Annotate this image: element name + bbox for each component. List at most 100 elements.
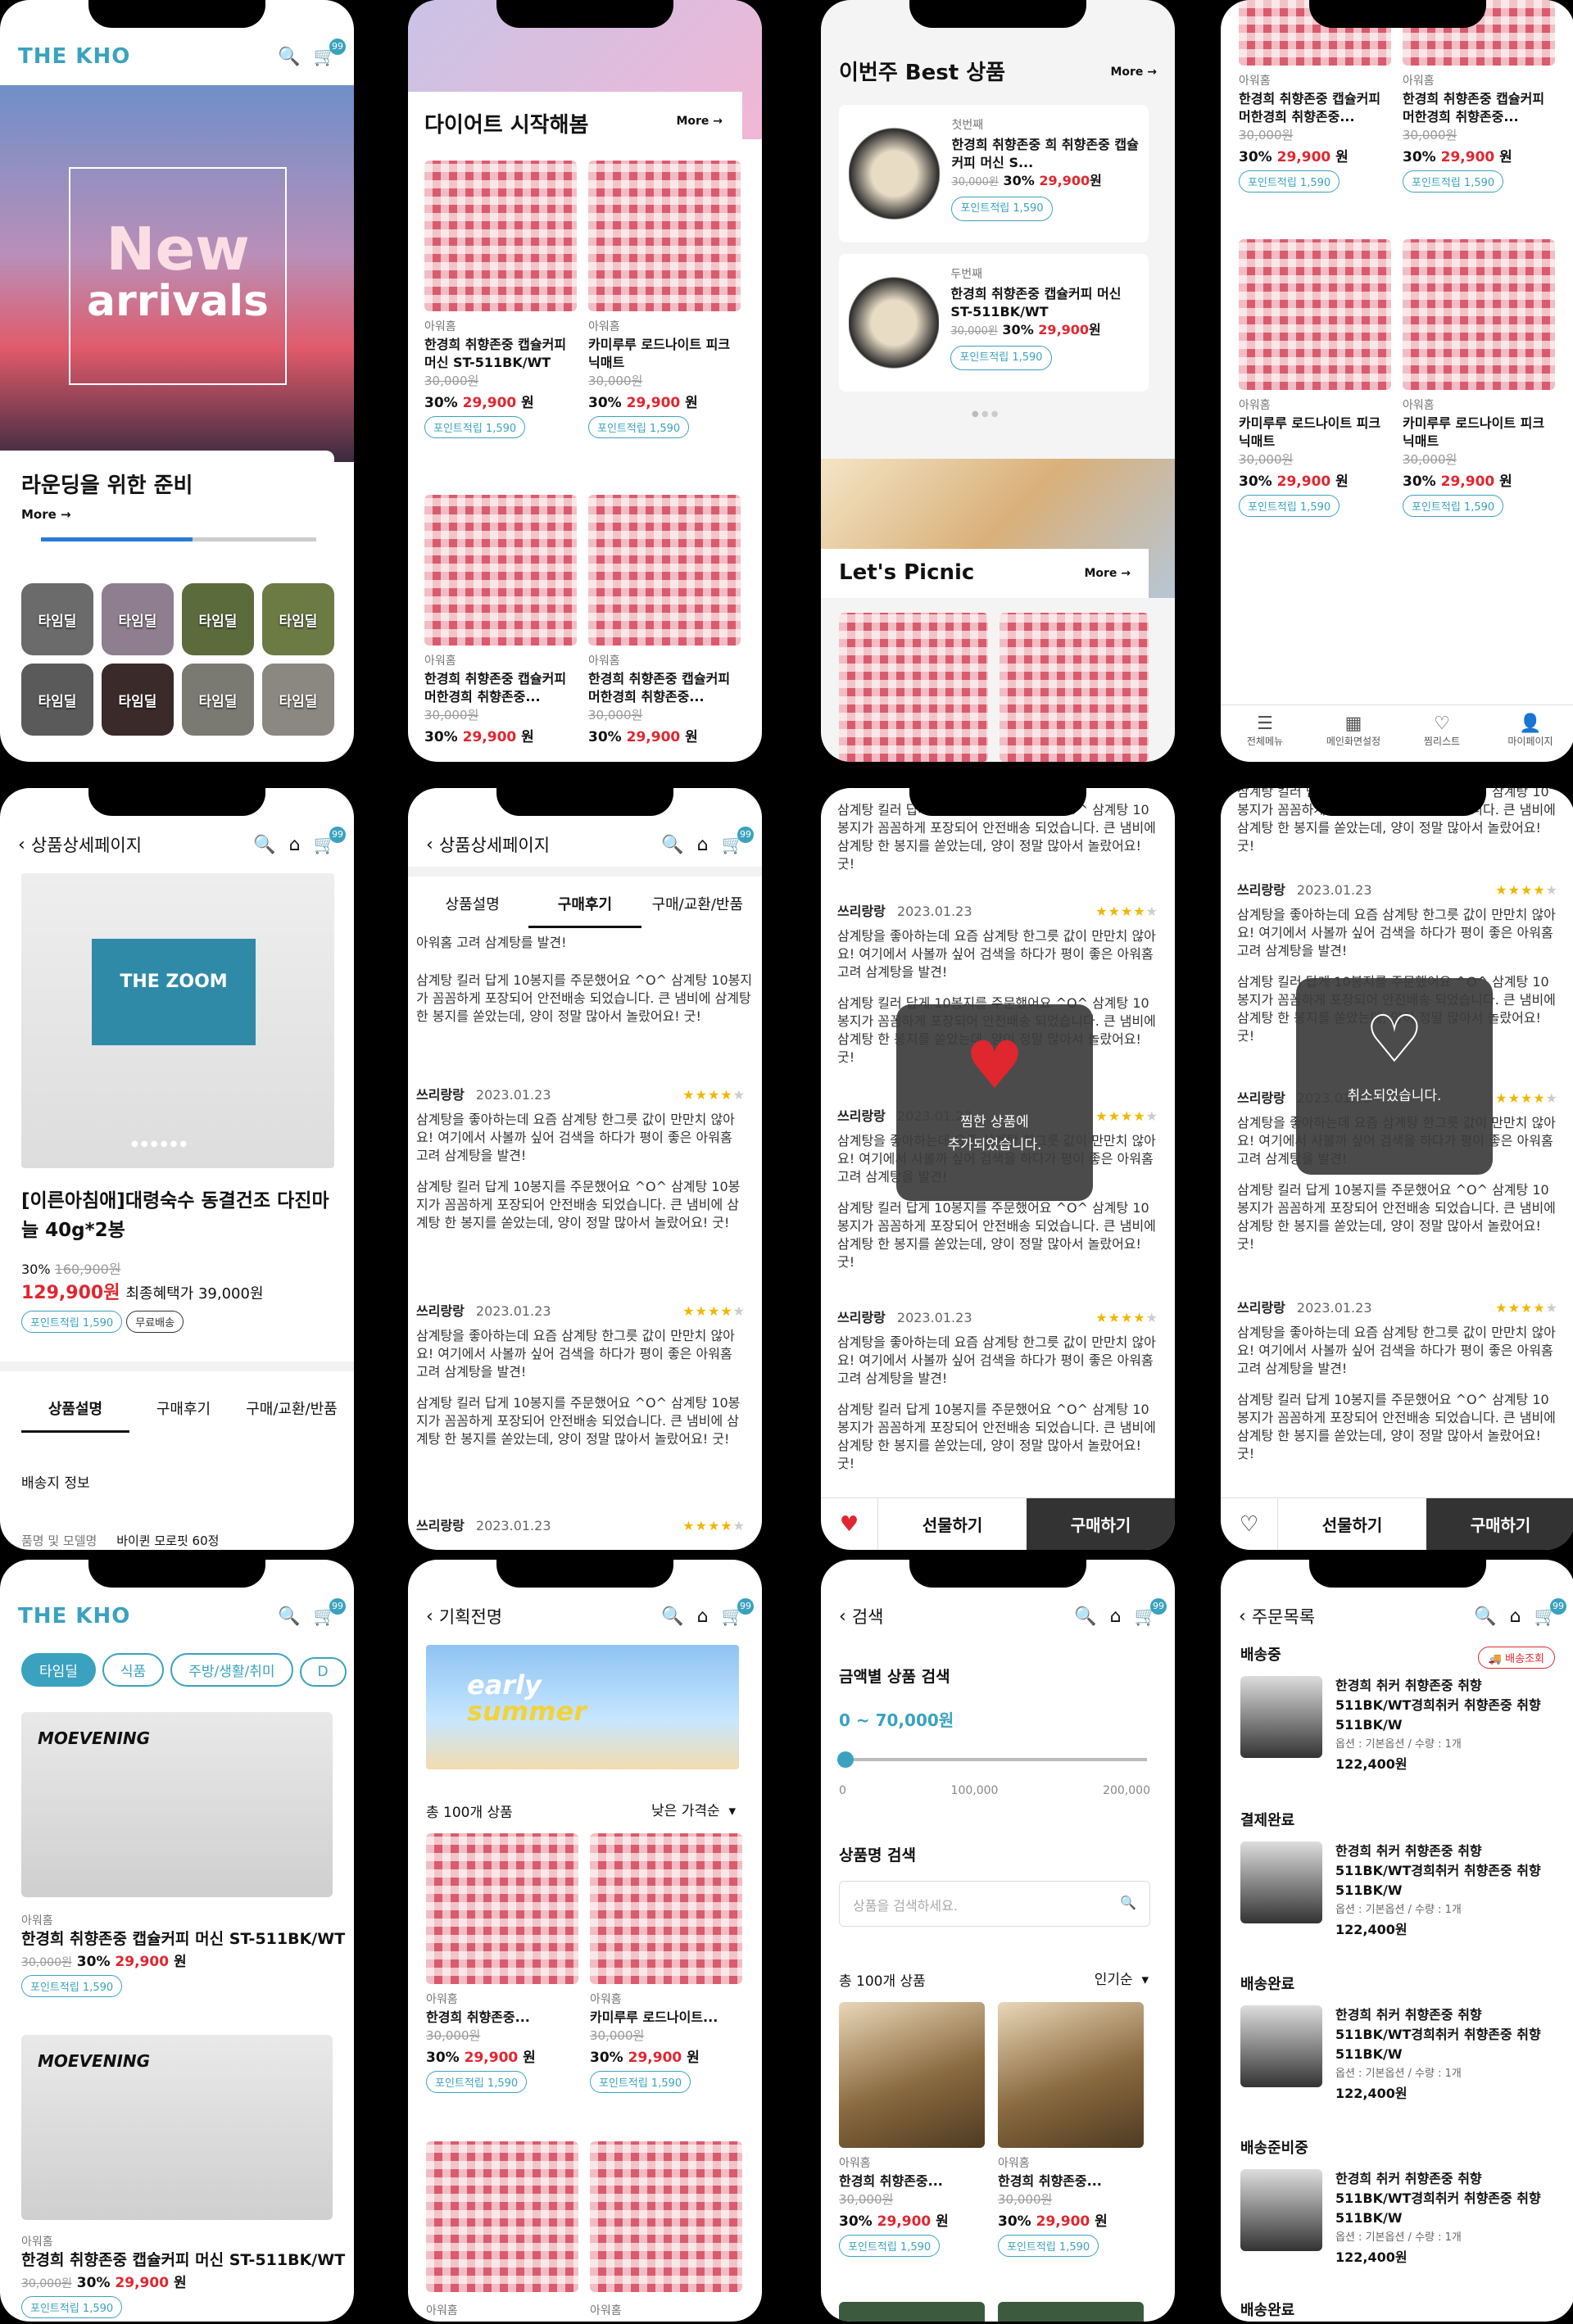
timedeal-tile[interactable]: 타임딜 xyxy=(21,664,93,736)
timedeal-tile[interactable]: 타임딜 xyxy=(21,583,93,655)
cart-icon[interactable]: 🛒 99 xyxy=(314,826,346,855)
more-link[interactable]: More → xyxy=(1084,567,1131,580)
chip-kitchen[interactable]: 주방/생활/취미 xyxy=(170,1653,293,1687)
product-name[interactable]: 카미루루 로드나이트 피크닉매트 xyxy=(1403,415,1555,451)
tab-reviews[interactable]: 구매후기 xyxy=(528,881,641,928)
product-card[interactable]: 아워홈 한경희 취향존중... 30,000원 30% 29,900 원 포인트… xyxy=(839,2002,985,2257)
product-card[interactable]: 아워홈 카미루루 로드나이트 피크닉매트 30,000원 30% 29,900 … xyxy=(588,161,741,438)
nav-main-settings[interactable]: ▦ 메인화면설정 xyxy=(1309,705,1398,762)
gift-button[interactable]: 선물하기 xyxy=(878,1498,1027,1550)
back-icon[interactable]: ‹ xyxy=(839,1606,846,1627)
tab-description[interactable]: 상품설명 xyxy=(21,1386,129,1433)
nav-wishlist[interactable]: ♡ 찜리스트 xyxy=(1398,705,1486,762)
timedeal-tile[interactable]: 타임딜 xyxy=(262,664,334,736)
product-image[interactable] xyxy=(426,1833,578,1984)
product-image[interactable] xyxy=(590,1833,742,1984)
cart-icon[interactable]: 🛒 99 xyxy=(722,1597,754,1627)
product-name[interactable]: 카미루루 로드나이트 피크닉매트 xyxy=(588,336,741,372)
product-card[interactable]: 아워홈 카미루루 로드나이트 피크닉매트 30,000원 30% 29,900 … xyxy=(1239,239,1391,517)
home-icon[interactable]: ⌂ xyxy=(289,835,301,855)
back-icon[interactable]: ‹ xyxy=(426,1606,433,1627)
order-item[interactable]: 배송준비중 한경희 취커 취향존중 취향511BK/WT경희취커 취향존중 취향… xyxy=(1240,2136,1560,2267)
product-image[interactable]: MOEVENING xyxy=(21,1712,333,1897)
search-icon[interactable]: 🔍 xyxy=(661,835,683,855)
product-name[interactable]: 한경희 취향존중... xyxy=(426,2009,578,2027)
chip-more[interactable]: D xyxy=(299,1657,347,1687)
product-image[interactable] xyxy=(424,161,577,311)
product-card[interactable]: 아워홈 한경희 취향존중 캡슐커피 머한경희 취향존중... 30,000원 3… xyxy=(424,495,577,745)
search-icon[interactable]: 🔍 xyxy=(1074,1606,1096,1627)
nav-mypage[interactable]: 👤 마이페이지 xyxy=(1486,705,1573,762)
timedeal-tile[interactable]: 타임딜 xyxy=(102,664,174,736)
home-icon[interactable]: ⌂ xyxy=(1110,1606,1122,1627)
product-name[interactable]: 카미루루 로드나이트 피크닉매트 xyxy=(1239,415,1391,451)
hero-banner[interactable]: New arrivals xyxy=(0,85,354,462)
back-icon[interactable]: ‹ xyxy=(18,835,25,855)
product-name[interactable]: 한경희 취향존중 캡슐커피 머한경희 취향존중... xyxy=(1239,90,1391,126)
more-link[interactable]: More → xyxy=(1110,66,1157,79)
slider-handle[interactable] xyxy=(837,1751,854,1768)
product-card[interactable]: 아워홈 카미루루 로드나이트... 30,000원 30% 29,900 원 포… xyxy=(590,1833,742,2093)
cart-icon[interactable]: 🛒 99 xyxy=(722,826,754,855)
product-name[interactable]: 한경희 취향존중... xyxy=(998,2172,1144,2190)
more-link[interactable]: More → xyxy=(21,507,313,522)
sort-dropdown[interactable]: 인기순 ▾ xyxy=(1095,1968,1149,1988)
product-name[interactable]: 카미루루 로드나이트... xyxy=(590,2009,742,2027)
best-item-2[interactable]: 두번째 한경희 취향존중 캡슐커피 머신 ST-511BK/WT 30,000원… xyxy=(839,254,1149,392)
product-image[interactable] xyxy=(839,613,988,762)
wish-button[interactable]: ♡ xyxy=(1221,1498,1278,1550)
home-icon[interactable]: ⌂ xyxy=(1510,1606,1521,1627)
timedeal-tile[interactable]: 타임딜 xyxy=(182,664,254,736)
product-image[interactable] xyxy=(1403,239,1555,390)
search-icon[interactable]: 🔍 xyxy=(253,835,275,855)
product-card[interactable]: 아워홈 한경희 취향존중 캡슐커피 머신 ST-511BK/WT 30,000원… xyxy=(424,161,577,438)
chip-timedeal[interactable]: 타임딜 xyxy=(21,1653,96,1687)
product-image[interactable]: MOEVENING xyxy=(21,2035,333,2220)
order-item[interactable]: 배송완료 한경희 취커 취향존중 취향511BK/WT경희취커 취향존중 취향5… xyxy=(1240,1973,1560,2104)
product-image[interactable] xyxy=(1000,613,1149,762)
timedeal-tile[interactable]: 타임딜 xyxy=(182,583,254,655)
best-item-1[interactable]: 첫번째 한경희 취향존중 희 취향존중 캡슐커피 머신 S... 30,000원… xyxy=(839,105,1149,242)
product-image[interactable] xyxy=(1239,239,1391,390)
product-thumb[interactable] xyxy=(1240,2005,1322,2087)
cart-icon[interactable]: 🛒 99 xyxy=(314,1597,346,1627)
product-image[interactable] xyxy=(588,161,741,311)
product-image[interactable] xyxy=(590,2141,742,2292)
product-image[interactable]: THE ZOOM ● ● ● ● ● ● xyxy=(21,873,334,1168)
product-image[interactable] xyxy=(426,2141,578,2292)
product-card[interactable]: 아워홈 한경희 취향존중 캡슐커피 머한경희 취향존중... 30,000원 3… xyxy=(1239,0,1391,193)
product-image[interactable] xyxy=(424,495,577,646)
buy-button[interactable]: 구매하기 xyxy=(1027,1498,1175,1550)
tab-description[interactable]: 상품설명 xyxy=(416,881,528,928)
timedeal-tile[interactable]: 타임딜 xyxy=(102,583,174,655)
promo-banner[interactable]: early summer xyxy=(426,1645,739,1769)
search-icon[interactable]: 🔍 xyxy=(278,47,300,67)
product-card[interactable]: 아워홈 한경희 취향존중 캡슐커피 머한경희 취향존중... 30,000원 3… xyxy=(1403,0,1555,193)
timedeal-tile[interactable]: 타임딜 xyxy=(262,583,334,655)
product-thumb[interactable] xyxy=(1240,1676,1322,1758)
buy-button[interactable]: 구매하기 xyxy=(1426,1498,1573,1550)
wish-button[interactable]: ♥ xyxy=(821,1498,878,1550)
search-icon[interactable]: 🔍 xyxy=(278,1606,300,1627)
product-name[interactable]: 한경희 취향존중 캡슐커피 머한경희 취향존중... xyxy=(1403,90,1555,126)
product-card[interactable]: 아워홈 카미루루 로드나이트 피크닉매트 30,000원 30% 29,900 … xyxy=(1403,239,1555,517)
search-icon[interactable]: 🔍 xyxy=(1474,1606,1496,1627)
product-card[interactable]: 아워홈 한경희 취향존중 캡슐커피 머한경희 취향존중... 30,000원 3… xyxy=(588,495,741,745)
home-icon[interactable]: ⌂ xyxy=(697,835,709,855)
cart-icon[interactable]: 🛒 99 xyxy=(314,38,346,67)
product-name[interactable]: 한경희 취향존중 희 취향존중 캡슐커피 머신 S... xyxy=(951,136,1139,172)
product-name[interactable]: 한경희 취향존중... xyxy=(839,2172,985,2190)
product-image[interactable] xyxy=(588,495,741,646)
price-slider[interactable] xyxy=(837,1751,1147,1768)
product-image[interactable] xyxy=(998,2002,1144,2148)
product-image[interactable] xyxy=(839,2302,985,2322)
product-name[interactable]: 한경희 취향존중 캡슐커피 머한경희 취향존중... xyxy=(424,670,577,706)
order-item[interactable]: 배송중 한경희 취커 취향존중 취향511BK/WT경희취커 취향존중 취향51… xyxy=(1240,1643,1560,1774)
product-name[interactable]: 한경희 취향존중 캡슐커피 머한경희 취향존중... xyxy=(588,670,741,706)
sort-dropdown[interactable]: 낮은 가격순 ▾ xyxy=(651,1799,736,1819)
product-image[interactable] xyxy=(839,2002,985,2148)
product-name[interactable]: 한경희 취향존중 캡슐커피 머신 ST-511BK/WT xyxy=(424,336,577,372)
product-image[interactable] xyxy=(849,115,941,233)
logo[interactable]: THE KHO xyxy=(18,1604,130,1629)
more-link[interactable]: More → xyxy=(676,115,723,128)
